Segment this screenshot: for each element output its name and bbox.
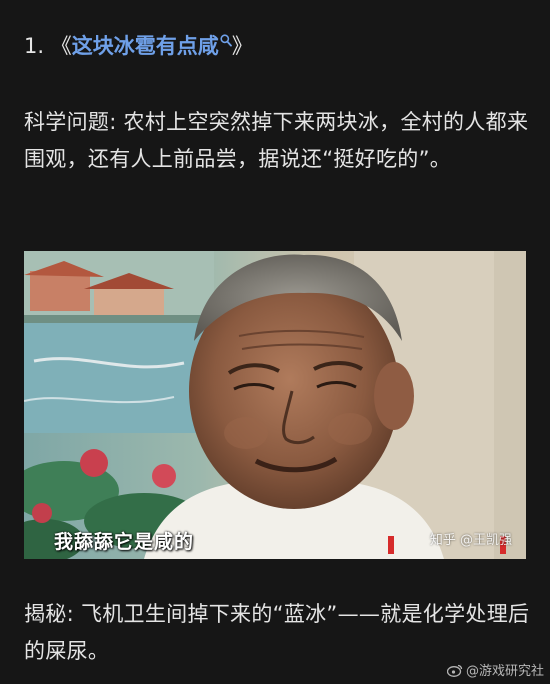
photo-subtitle: 我舔舔它是咸的 <box>54 531 195 553</box>
photo-illustration <box>24 251 526 559</box>
search-icon[interactable] <box>220 34 232 48</box>
weibo-watermark: @游戏研究社 <box>446 660 544 679</box>
item-heading: 1. 《这块冰雹有点咸》 <box>24 26 253 66</box>
weibo-handle: @游戏研究社 <box>465 664 544 679</box>
item-number: 1. <box>24 34 45 58</box>
weibo-icon <box>446 664 463 677</box>
zhihu-watermark: 知乎 @王凯强 <box>429 533 512 548</box>
question-paragraph: 科学问题: 农村上空突然掉下来两块冰，全村的人都来围观，还有人上前品尝，据说还“… <box>24 110 529 171</box>
news-photo: 我舔舔它是咸的 知乎 @王凯强 <box>24 251 526 559</box>
reveal-paragraph: 揭秘: 飞机卫生间掉下来的“蓝冰”——就是化学处理后的屎尿。 <box>24 602 530 663</box>
close-bracket: 》 <box>231 34 253 58</box>
open-bracket: 《 <box>50 34 72 58</box>
search-link[interactable]: 这块冰雹有点咸 <box>72 34 219 58</box>
